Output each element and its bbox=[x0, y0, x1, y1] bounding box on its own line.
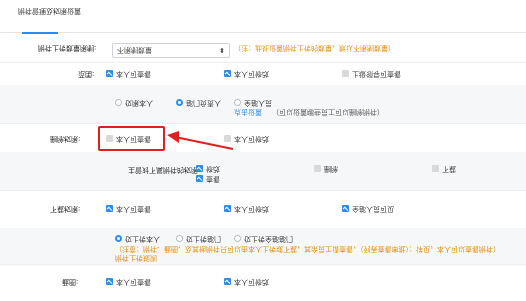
radio-self[interactable]: 仅上传本人 bbox=[115, 234, 160, 244]
checkbox-edit[interactable]: 本人可修改 bbox=[224, 277, 269, 287]
highlight-box bbox=[98, 126, 165, 151]
row-label: 范围: bbox=[78, 70, 95, 78]
row-label: 主管对下属附件的权限: bbox=[128, 166, 201, 174]
radio-icon bbox=[234, 99, 241, 107]
checkbox-superior[interactable]: 上级领导可查看 bbox=[342, 69, 401, 79]
divider bbox=[0, 264, 526, 265]
checkbox-icon bbox=[196, 165, 203, 173]
checkbox-icon bbox=[106, 70, 113, 78]
radio-dept[interactable]: 部门负责人 bbox=[176, 98, 221, 108]
settings-panel: 截图: 本人可查看 本人可修改 附件上传规则 （注意：附件、截图、及其他附件只可… bbox=[0, 0, 526, 301]
row-label: 附件上传数量限制: bbox=[38, 44, 97, 52]
radio-icon bbox=[176, 235, 183, 243]
limit-select[interactable]: 不限制数量 ⬍ bbox=[112, 43, 230, 58]
checkbox-edit[interactable]: 本人可修改 bbox=[224, 204, 269, 214]
checkbox-edit[interactable]: 修改 bbox=[196, 164, 220, 174]
divider bbox=[0, 190, 526, 191]
section-title: 附件上传规则 bbox=[115, 254, 157, 262]
tab-attachments[interactable]: 附件管理及权限设置 bbox=[18, 6, 81, 16]
checkbox-icon bbox=[314, 165, 321, 173]
checkbox-icon bbox=[432, 165, 439, 173]
arrow-icon bbox=[167, 131, 234, 150]
checkbox-view[interactable]: 本人可查看 bbox=[106, 277, 151, 287]
checkbox-delete[interactable]: 删除 bbox=[314, 164, 338, 174]
radio-icon bbox=[115, 235, 122, 243]
checkbox-icon bbox=[196, 175, 203, 183]
limit-note: （注：此处设置附件上传的数量，默认不限制数量） bbox=[234, 44, 395, 52]
checkbox-download[interactable]: 下载 bbox=[432, 164, 456, 174]
divider bbox=[0, 123, 526, 124]
checkbox-icon bbox=[224, 278, 231, 286]
radio-icon bbox=[176, 99, 183, 107]
divider bbox=[0, 62, 526, 63]
checkbox-icon bbox=[224, 205, 231, 213]
tab-underline bbox=[22, 32, 58, 34]
divider bbox=[0, 32, 526, 33]
radio-icon bbox=[234, 235, 241, 243]
settings-link[interactable]: 点击设置 bbox=[234, 107, 262, 117]
row-label: 截图: bbox=[62, 278, 79, 286]
checkbox-icon bbox=[106, 278, 113, 286]
scope-note: （可以设置哪些员工可以删除附件） bbox=[272, 108, 384, 116]
checkbox-view[interactable]: 本人可查看 bbox=[106, 69, 151, 79]
row-label: 删除权限: bbox=[50, 135, 81, 143]
checkbox-icon bbox=[342, 70, 349, 78]
radio-icon bbox=[115, 99, 122, 107]
radio-dept[interactable]: 仅上传部门 bbox=[176, 234, 221, 244]
mirrored-content: 截图: 本人可查看 本人可修改 附件上传规则 （注意：附件、截图、及其他附件只可… bbox=[0, 0, 526, 301]
radio-self[interactable]: 仅限本人 bbox=[115, 98, 153, 108]
checkbox-all[interactable]: 全部人员可见 bbox=[342, 204, 394, 214]
checkbox-view[interactable]: 本人可查看 bbox=[106, 204, 151, 214]
checkbox-edit[interactable]: 本人可修改 bbox=[224, 69, 269, 79]
checkbox-icon bbox=[224, 70, 231, 78]
checkbox-icon bbox=[342, 205, 349, 213]
row-label: 下载权限: bbox=[50, 205, 81, 213]
checkbox-icon bbox=[106, 205, 113, 213]
checkbox-view[interactable]: 查看 bbox=[196, 174, 220, 184]
upload-note: （注意：附件、截图、及其他附件只可以由本人上传或下载，其余员工请查看，（列表查看… bbox=[115, 245, 500, 253]
select-arrows-icon: ⬍ bbox=[219, 46, 225, 55]
radio-all[interactable]: 仅上传全部部门 bbox=[234, 234, 293, 244]
